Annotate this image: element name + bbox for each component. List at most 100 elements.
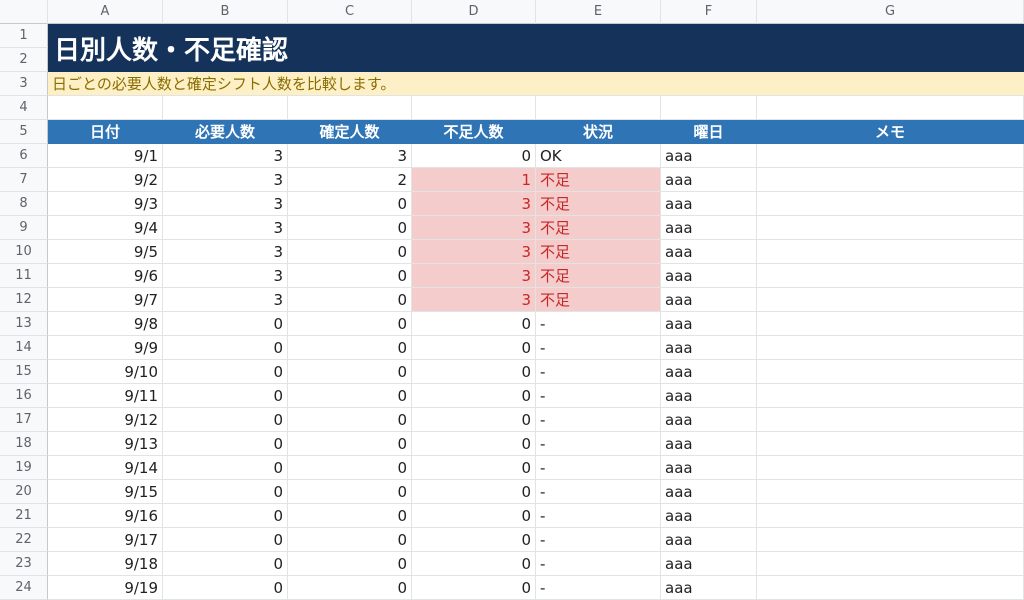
cell-memo[interactable] — [757, 240, 1024, 264]
cell-status[interactable]: - — [536, 360, 661, 384]
cell-status[interactable]: - — [536, 504, 661, 528]
cell-date[interactable]: 9/2 — [48, 168, 163, 192]
cell-date[interactable]: 9/12 — [48, 408, 163, 432]
cell-weekday[interactable]: aaa — [661, 456, 757, 480]
row-header[interactable]: 12 — [0, 288, 48, 312]
row-header[interactable]: 15 — [0, 360, 48, 384]
row-header[interactable]: 16 — [0, 384, 48, 408]
cell-weekday[interactable]: aaa — [661, 216, 757, 240]
cell-memo[interactable] — [757, 144, 1024, 168]
row-header[interactable]: 23 — [0, 552, 48, 576]
cell-confirmed[interactable]: 0 — [288, 264, 412, 288]
row-header[interactable]: 10 — [0, 240, 48, 264]
cell-memo[interactable] — [757, 456, 1024, 480]
cell-confirmed[interactable]: 0 — [288, 288, 412, 312]
cell-confirmed[interactable]: 0 — [288, 552, 412, 576]
cell-weekday[interactable]: aaa — [661, 264, 757, 288]
cell-shortage[interactable]: 1 — [412, 168, 536, 192]
row-header[interactable]: 13 — [0, 312, 48, 336]
empty-cell[interactable] — [48, 96, 163, 120]
cell-shortage[interactable]: 0 — [412, 312, 536, 336]
row-header[interactable]: 8 — [0, 192, 48, 216]
cell-weekday[interactable]: aaa — [661, 552, 757, 576]
cell-memo[interactable] — [757, 480, 1024, 504]
cell-date[interactable]: 9/1 — [48, 144, 163, 168]
cell-confirmed[interactable]: 0 — [288, 384, 412, 408]
cell-required[interactable]: 0 — [163, 504, 288, 528]
cell-required[interactable]: 3 — [163, 240, 288, 264]
cell-shortage[interactable]: 3 — [412, 288, 536, 312]
cell-required[interactable]: 0 — [163, 312, 288, 336]
cell-required[interactable]: 3 — [163, 144, 288, 168]
cell-confirmed[interactable]: 0 — [288, 480, 412, 504]
cell-status[interactable]: - — [536, 408, 661, 432]
cell-weekday[interactable]: aaa — [661, 432, 757, 456]
cell-required[interactable]: 0 — [163, 480, 288, 504]
row-header[interactable]: 14 — [0, 336, 48, 360]
cell-shortage[interactable]: 3 — [412, 216, 536, 240]
cell-status[interactable]: - — [536, 384, 661, 408]
cell-confirmed[interactable]: 2 — [288, 168, 412, 192]
empty-cell[interactable] — [536, 96, 661, 120]
cell-weekday[interactable]: aaa — [661, 144, 757, 168]
cell-memo[interactable] — [757, 168, 1024, 192]
cell-memo[interactable] — [757, 384, 1024, 408]
cell-memo[interactable] — [757, 552, 1024, 576]
empty-cell[interactable] — [661, 96, 757, 120]
cell-required[interactable]: 3 — [163, 216, 288, 240]
sheet-description[interactable]: 日ごとの必要人数と確定シフト人数を比較します。 — [48, 72, 1024, 96]
cell-shortage[interactable]: 0 — [412, 456, 536, 480]
empty-cell[interactable] — [163, 96, 288, 120]
cell-date[interactable]: 9/9 — [48, 336, 163, 360]
column-header-e[interactable]: E — [536, 0, 661, 24]
select-all-corner[interactable] — [0, 0, 48, 24]
cell-date[interactable]: 9/14 — [48, 456, 163, 480]
empty-cell[interactable] — [288, 96, 412, 120]
empty-cell[interactable] — [412, 96, 536, 120]
row-header[interactable]: 7 — [0, 168, 48, 192]
cell-shortage[interactable]: 0 — [412, 384, 536, 408]
row-header[interactable]: 1 — [0, 24, 48, 48]
cell-status[interactable]: - — [536, 480, 661, 504]
cell-weekday[interactable]: aaa — [661, 480, 757, 504]
cell-shortage[interactable]: 0 — [412, 480, 536, 504]
cell-confirmed[interactable]: 0 — [288, 456, 412, 480]
row-header[interactable]: 5 — [0, 120, 48, 144]
cell-date[interactable]: 9/17 — [48, 528, 163, 552]
cell-required[interactable]: 0 — [163, 360, 288, 384]
cell-required[interactable]: 0 — [163, 336, 288, 360]
cell-status[interactable]: - — [536, 552, 661, 576]
cell-memo[interactable] — [757, 216, 1024, 240]
cell-memo[interactable] — [757, 504, 1024, 528]
cell-shortage[interactable]: 0 — [412, 504, 536, 528]
cell-required[interactable]: 0 — [163, 456, 288, 480]
row-header[interactable]: 19 — [0, 456, 48, 480]
cell-shortage[interactable]: 0 — [412, 528, 536, 552]
cell-status[interactable]: - — [536, 456, 661, 480]
cell-memo[interactable] — [757, 192, 1024, 216]
cell-shortage[interactable]: 0 — [412, 576, 536, 600]
cell-weekday[interactable]: aaa — [661, 576, 757, 600]
column-header-d[interactable]: D — [412, 0, 536, 24]
cell-weekday[interactable]: aaa — [661, 336, 757, 360]
row-header[interactable]: 18 — [0, 432, 48, 456]
column-header-b[interactable]: B — [163, 0, 288, 24]
cell-status[interactable]: OK — [536, 144, 661, 168]
row-header[interactable]: 24 — [0, 576, 48, 600]
column-header-f[interactable]: F — [661, 0, 757, 24]
cell-date[interactable]: 9/4 — [48, 216, 163, 240]
cell-status[interactable]: - — [536, 336, 661, 360]
header-confirmed[interactable]: 確定人数 — [288, 120, 412, 144]
cell-memo[interactable] — [757, 264, 1024, 288]
cell-required[interactable]: 0 — [163, 384, 288, 408]
cell-weekday[interactable]: aaa — [661, 192, 757, 216]
cell-required[interactable]: 3 — [163, 168, 288, 192]
cell-required[interactable]: 0 — [163, 552, 288, 576]
cell-date[interactable]: 9/6 — [48, 264, 163, 288]
cell-status[interactable]: - — [536, 312, 661, 336]
header-date[interactable]: 日付 — [48, 120, 163, 144]
cell-date[interactable]: 9/8 — [48, 312, 163, 336]
empty-cell[interactable] — [757, 96, 1024, 120]
cell-shortage[interactable]: 0 — [412, 336, 536, 360]
row-header[interactable]: 17 — [0, 408, 48, 432]
